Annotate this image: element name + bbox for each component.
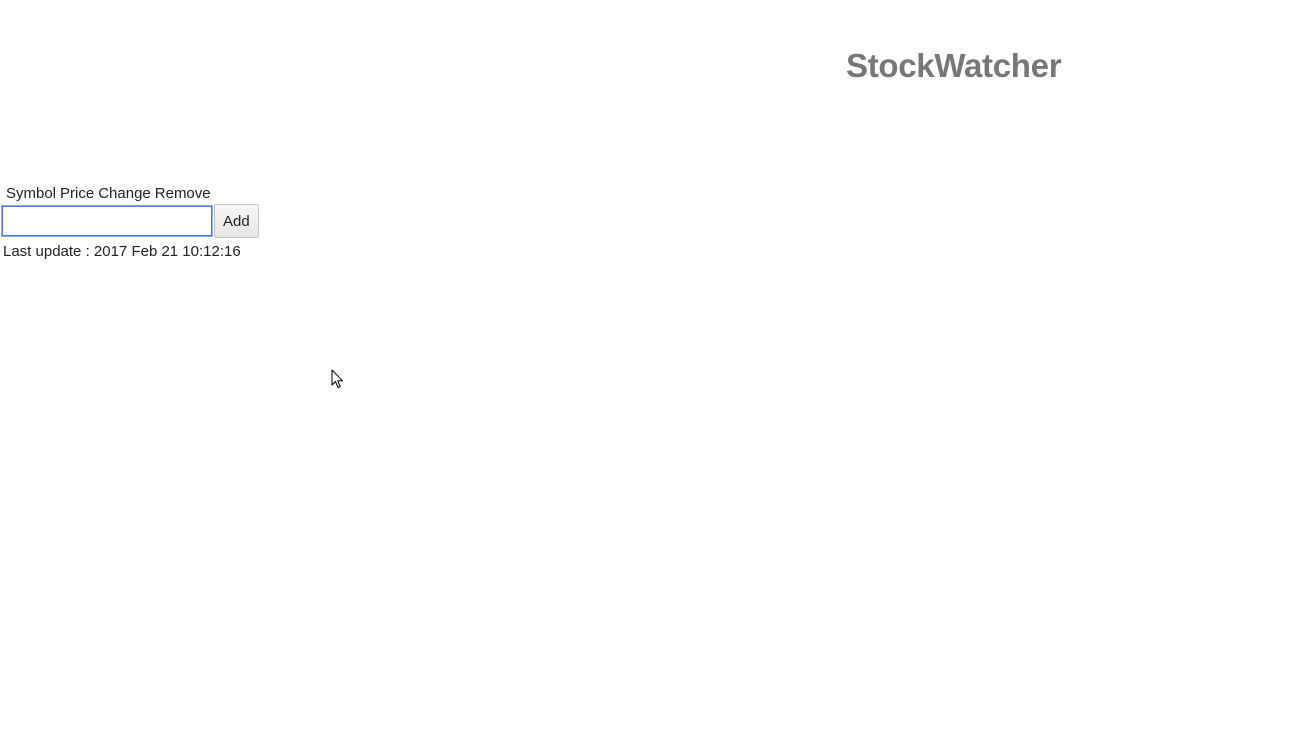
mouse-pointer-icon bbox=[331, 369, 343, 388]
column-header-remove: Remove bbox=[154, 185, 211, 202]
column-header-symbol: Symbol bbox=[6, 185, 57, 202]
table-header-row: Symbol Price Change Remove bbox=[5, 184, 212, 203]
page: StockWatcher Symbol Price Change Remove … bbox=[0, 0, 1311, 730]
add-stock-button[interactable]: Add bbox=[214, 204, 259, 238]
page-title: StockWatcher bbox=[846, 47, 1062, 84]
last-update-label: Last update : 2017 Feb 21 10:12:16 bbox=[3, 243, 241, 260]
add-stock-panel: Add bbox=[1, 204, 259, 238]
column-header-price: Price bbox=[60, 185, 95, 202]
stock-symbol-input[interactable] bbox=[1, 205, 213, 237]
stocks-table: Symbol Price Change Remove bbox=[3, 182, 214, 205]
column-header-change: Change bbox=[98, 185, 151, 202]
